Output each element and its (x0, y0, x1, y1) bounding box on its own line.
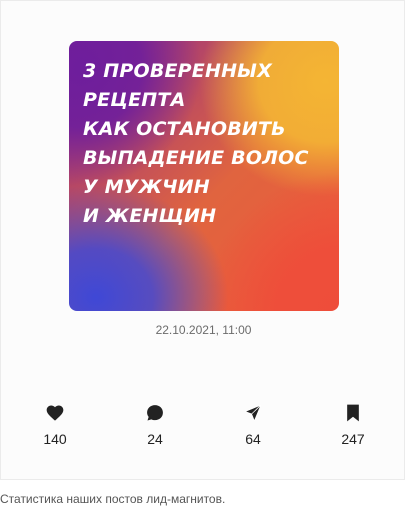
saves-stat[interactable]: 247 (323, 401, 383, 447)
figure-caption: Статистика наших постов лид-магнитов. (0, 492, 226, 506)
send-icon (244, 404, 262, 422)
post-stats-card: 3 ПРОВЕРЕННЫХ РЕЦЕПТА КАК ОСТАНОВИТЬ ВЫП… (0, 0, 405, 480)
saves-count: 247 (341, 431, 365, 447)
comment-icon (147, 405, 163, 421)
bookmark-icon (347, 404, 359, 422)
shares-stat[interactable]: 64 (223, 401, 283, 447)
comments-count: 24 (147, 431, 163, 447)
post-title-line: И ЖЕНЩИН (83, 205, 217, 227)
post-timestamp: 22.10.2021, 11:00 (155, 323, 252, 337)
post-title-line: У МУЖЧИН (83, 176, 210, 198)
post-title: 3 ПРОВЕРЕННЫХ РЕЦЕПТА КАК ОСТАНОВИТЬ ВЫП… (83, 57, 333, 231)
post-title-line: ВЫПАДЕНИЕ ВОЛОС (83, 147, 309, 169)
shares-count: 64 (245, 431, 261, 447)
post-title-line: КАК ОСТАНОВИТЬ (83, 118, 286, 140)
heart-icon (46, 405, 64, 421)
likes-count: 140 (43, 431, 67, 447)
post-stats-bar: 140 24 64 247 (1, 401, 406, 451)
post-title-line: 3 ПРОВЕРЕННЫХ (83, 60, 272, 82)
post-title-line: РЕЦЕПТА (83, 89, 186, 111)
comments-stat[interactable]: 24 (125, 401, 185, 447)
likes-stat[interactable]: 140 (25, 401, 85, 447)
post-image[interactable]: 3 ПРОВЕРЕННЫХ РЕЦЕПТА КАК ОСТАНОВИТЬ ВЫП… (69, 41, 339, 311)
